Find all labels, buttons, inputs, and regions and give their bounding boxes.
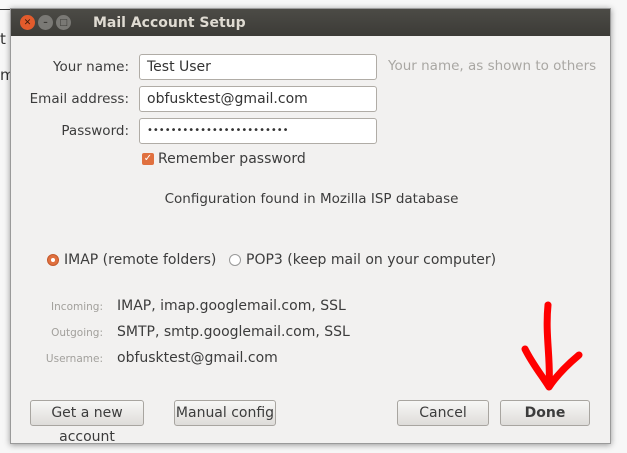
imap-label: IMAP (remote folders) bbox=[64, 252, 217, 268]
name-input[interactable]: Test User bbox=[139, 54, 377, 80]
config-status: Configuration found in Mozilla ISP datab… bbox=[164, 191, 459, 207]
done-button[interactable]: Done bbox=[500, 400, 590, 426]
remember-password-label[interactable]: Remember password bbox=[158, 151, 306, 167]
name-label: Your name: bbox=[53, 59, 129, 75]
incoming-label: Incoming: bbox=[51, 301, 103, 313]
pop3-radio[interactable] bbox=[229, 254, 241, 266]
get-new-account-button[interactable]: Get a new account bbox=[30, 400, 144, 445]
maximize-icon[interactable]: □ bbox=[56, 15, 71, 30]
username-value: obfusktest@gmail.com bbox=[117, 350, 278, 366]
title-bar: ✕ – □ Mail Account Setup bbox=[11, 9, 610, 36]
password-input[interactable]: •••••••••••••••••••••••• bbox=[139, 118, 377, 144]
email-label: Email address: bbox=[29, 91, 129, 107]
manual-config-button[interactable]: Manual config bbox=[174, 400, 276, 426]
remember-password-checkbox[interactable]: ✓ bbox=[142, 153, 154, 165]
outgoing-label: Outgoing: bbox=[51, 327, 103, 339]
password-label: Password: bbox=[61, 123, 129, 139]
imap-option[interactable]: IMAP (remote folders) bbox=[47, 252, 216, 268]
email-input[interactable]: obfusktest@gmail.com bbox=[139, 86, 377, 112]
imap-radio[interactable] bbox=[47, 254, 59, 266]
outgoing-value: SMTP, smtp.googlemail.com, SSL bbox=[117, 324, 350, 340]
incoming-value: IMAP, imap.googlemail.com, SSL bbox=[117, 298, 346, 314]
pop3-option[interactable]: POP3 (keep mail on your computer) bbox=[229, 252, 496, 268]
name-hint: Your name, as shown to others bbox=[388, 58, 597, 74]
cancel-button[interactable]: Cancel bbox=[397, 400, 489, 426]
window-title: Mail Account Setup bbox=[93, 14, 246, 31]
red-arrow-annotation bbox=[521, 301, 583, 391]
username-label: Username: bbox=[45, 353, 103, 365]
close-icon[interactable]: ✕ bbox=[20, 15, 35, 30]
minimize-icon[interactable]: – bbox=[38, 15, 53, 30]
pop3-label: POP3 (keep mail on your computer) bbox=[246, 252, 497, 268]
background-text: t bbox=[0, 30, 6, 48]
